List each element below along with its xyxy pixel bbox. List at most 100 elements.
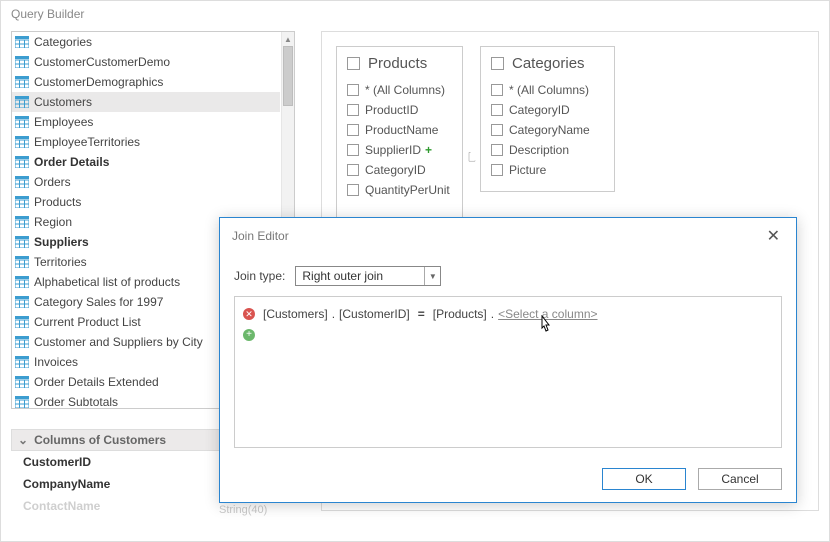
table-label: Customers [34,95,92,109]
table-icon [14,195,30,209]
table-label: EmployeeTerritories [34,135,140,149]
chevron-down-icon: ⌄ [18,433,28,447]
checkbox[interactable] [491,144,503,156]
table-label: Territories [34,255,87,269]
checkbox[interactable] [347,84,359,96]
dialog-title: Join Editor [232,229,289,243]
table-label: Products [34,195,81,209]
scroll-up-button[interactable]: ▲ [282,32,294,46]
table-icon [14,375,30,389]
dialog-body: Join type: Right outer join ▼ ✕ [Custome… [220,252,796,452]
add-condition-row: + [243,323,773,341]
field-row[interactable]: CategoryID [481,100,614,120]
field-row[interactable]: Description [481,140,614,160]
table-icon [14,335,30,349]
field-label: Description [509,143,569,157]
join-condition-row: ✕ [Customers] . [CustomerID] = [Products… [243,305,773,323]
field-label: * (All Columns) [509,83,589,97]
table-icon [14,215,30,229]
table-row[interactable]: EmployeeTerritories [12,132,280,152]
table-row[interactable]: Employees [12,112,280,132]
field-label: CategoryName [509,123,590,137]
checkbox[interactable] [347,104,359,116]
field-label: CategoryID [509,103,570,117]
right-column-placeholder[interactable]: <Select a column> [498,307,597,321]
checkbox[interactable] [491,57,504,70]
table-label: Order Details [34,155,109,169]
table-icon [14,275,30,289]
field-row[interactable]: * (All Columns) [481,80,614,100]
remove-condition-icon[interactable]: ✕ [243,308,255,320]
join-type-label: Join type: [234,269,285,283]
field-row[interactable]: Picture [481,160,614,180]
field-row[interactable]: CategoryName [481,120,614,140]
table-label: CustomerCustomerDemo [34,55,170,69]
field-row[interactable]: ProductName [337,120,462,140]
field-label: QuantityPerUnit [365,183,450,197]
checkbox[interactable] [491,84,503,96]
table-label: Orders [34,175,71,189]
field-row[interactable]: SupplierID + [337,140,462,160]
columns-section-title: Columns of Customers [34,433,166,447]
table-icon [14,395,30,408]
table-label: Current Product List [34,315,141,329]
left-table-token[interactable]: [Customers] [263,307,328,321]
checkbox[interactable] [347,184,359,196]
join-type-value: Right outer join [296,269,424,283]
table-row[interactable]: Customers [12,92,280,112]
checkbox[interactable] [491,104,503,116]
ok-button[interactable]: OK [602,468,686,490]
table-label: Category Sales for 1997 [34,295,163,309]
table-icon [14,135,30,149]
table-icon [14,175,30,189]
table-label: Employees [34,115,93,129]
field-label: SupplierID [365,143,421,157]
table-row[interactable]: Categories [12,32,280,52]
field-label: * (All Columns) [365,83,445,97]
scroll-thumb[interactable] [283,46,293,106]
field-row[interactable]: CategoryID [337,160,462,180]
plus-icon[interactable]: + [425,143,432,157]
chevron-down-icon[interactable]: ▼ [424,267,440,285]
entity-categories-title: Categories [481,49,614,80]
table-icon [14,355,30,369]
table-icon [14,55,30,69]
checkbox[interactable] [491,164,503,176]
cancel-button[interactable]: Cancel [698,468,782,490]
table-label: Order Subtotals [34,395,118,408]
window-title: Query Builder [1,1,829,27]
table-row[interactable]: Orders [12,172,280,192]
table-icon [14,35,30,49]
checkbox[interactable] [347,124,359,136]
field-row[interactable]: ProductID [337,100,462,120]
checkbox[interactable] [491,124,503,136]
operator-token[interactable]: = [418,307,425,321]
field-row[interactable]: QuantityPerUnit [337,180,462,200]
join-editor-dialog: Join Editor ✕ Join type: Right outer joi… [219,217,797,503]
join-type-combo[interactable]: Right outer join ▼ [295,266,441,286]
right-table-token[interactable]: [Products] [433,307,487,321]
entity-products-title: Products [337,49,462,80]
checkbox[interactable] [347,57,360,70]
field-row[interactable]: * (All Columns) [337,80,462,100]
field-label: CategoryID [365,163,426,177]
checkbox[interactable] [347,164,359,176]
table-row[interactable]: Products [12,192,280,212]
close-icon[interactable]: ✕ [763,226,784,246]
checkbox[interactable] [347,144,359,156]
table-label: CustomerDemographics [34,75,163,89]
left-column-token[interactable]: [CustomerID] [339,307,410,321]
table-row[interactable]: CustomerCustomerDemo [12,52,280,72]
table-label: Order Details Extended [34,375,159,389]
table-row[interactable]: CustomerDemographics [12,72,280,92]
table-label: Suppliers [34,235,89,249]
add-condition-icon[interactable]: + [243,329,255,341]
table-icon [14,75,30,89]
entity-products[interactable]: Products * (All Columns) ProductID Product… [336,46,463,232]
table-icon [14,315,30,329]
entity-categories[interactable]: Categories * (All Columns) CategoryID Cate… [480,46,615,192]
table-label: Categories [34,35,92,49]
table-label: Customer and Suppliers by City [34,335,203,349]
table-row[interactable]: Order Details [12,152,280,172]
field-label: ProductName [365,123,438,137]
